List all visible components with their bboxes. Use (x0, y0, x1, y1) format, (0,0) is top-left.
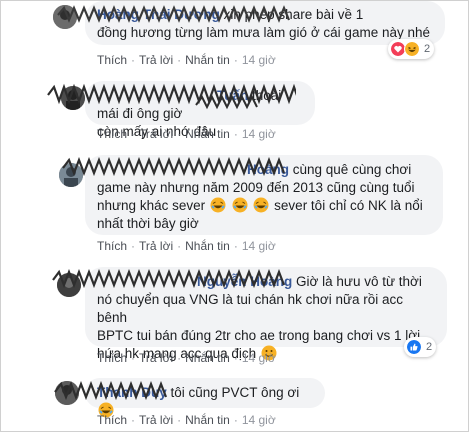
message-link[interactable]: Nhắn tin (185, 127, 230, 141)
reaction-count: 2 (424, 43, 431, 55)
comment-time[interactable]: 14 giờ (242, 239, 276, 253)
reply-link[interactable]: Trả lời (139, 351, 173, 365)
comment-actions: Thích · Trả lời · Nhắn tin · 14 giờ (97, 127, 276, 141)
comment-actions: Thích · Trả lời · Nhắn tin · 14 giờ (97, 413, 276, 427)
comment-text: nó chuyển qua VNG là tui chán hk chơi nữ… (97, 292, 404, 325)
comment-text: xin phép share bài về 1 (223, 7, 364, 22)
comment-author[interactable]: Hoàng Thái Dương (97, 7, 220, 22)
reply-link[interactable]: Trả lời (139, 127, 173, 141)
comment-time[interactable]: 14 giờ (242, 351, 276, 365)
like-link[interactable]: Thích (97, 53, 127, 67)
like-link[interactable]: Thích (97, 239, 127, 253)
comment-author[interactable]: Tuấn (217, 88, 248, 103)
comment-text: sever tôi chỉ có NK là nổi (274, 198, 423, 213)
comment-bubble: Nguyễn Hoàng Giờ là hưu vô từ thời nó ch… (85, 267, 447, 361)
message-link[interactable]: Nhắn tin (185, 239, 230, 253)
reply-link[interactable]: Trả lời (139, 413, 173, 427)
comment-time[interactable]: 14 giờ (242, 53, 276, 67)
message-link[interactable]: Nhắn tin (185, 351, 230, 365)
comments-panel: Hoàng Thái Dương xin phép share bài về 1… (0, 0, 469, 432)
reaction-summary[interactable]: 2 (388, 39, 435, 59)
avatar[interactable] (53, 5, 77, 29)
avatar[interactable] (61, 86, 85, 110)
laughing-emoji-icon (253, 197, 269, 213)
comment-text: tôi cũng PVCT ông ơi (170, 385, 300, 400)
comment-author[interactable]: Hoàng (247, 162, 289, 177)
comment-time[interactable]: 14 giờ (242, 413, 276, 427)
comment-bubble: Thanh Duy tôi cũng PVCT ông ơi (85, 378, 325, 418)
avatar[interactable] (57, 273, 81, 297)
laughing-emoji-icon (210, 197, 226, 213)
message-link[interactable]: Nhắn tin (185, 53, 230, 67)
avatar[interactable] (55, 381, 79, 405)
comment-author[interactable]: Thanh Duy (97, 385, 167, 400)
comment-text: nhất thời bây giờ (97, 216, 199, 231)
comment-text: đồng hương từng làm mưa làm gió ở cái ga… (97, 25, 430, 40)
comment-text: Giờ là hưu vô từ thời (296, 274, 422, 289)
comment-time[interactable]: 14 giờ (242, 127, 276, 141)
haha-icon (404, 41, 420, 57)
message-link[interactable]: Nhắn tin (185, 413, 230, 427)
laughing-emoji-icon (232, 197, 248, 213)
comment-actions: Thích · Trả lời · Nhắn tin · 14 giờ (97, 351, 276, 365)
comment-text: cùng quê cùng chơi (292, 162, 412, 177)
comment-bubble: Tuấn thoải mái đi ông giờ còn mấy ai nhớ… (85, 81, 315, 139)
like-icon (406, 339, 422, 355)
like-link[interactable]: Thích (97, 413, 127, 427)
reaction-summary[interactable]: 2 (404, 337, 437, 357)
reply-link[interactable]: Trả lời (139, 239, 173, 253)
avatar[interactable] (59, 163, 83, 187)
like-link[interactable]: Thích (97, 351, 127, 365)
comment-text: BPTC tui bán đúng 2tr cho ae trong bang … (97, 328, 421, 343)
like-link[interactable]: Thích (97, 127, 127, 141)
comment-bubble: Hoàng cùng quê cùng chơi game này nhưng … (85, 155, 443, 235)
comment-bubble: Hoàng Thái Dương xin phép share bài về 1… (85, 1, 445, 45)
reaction-count: 2 (426, 341, 433, 353)
comment-text: game này nhưng năm 2009 đến 2013 cũng cù… (97, 180, 415, 195)
comment-actions: Thích · Trả lời · Nhắn tin · 14 giờ (97, 239, 276, 253)
reply-link[interactable]: Trả lời (139, 53, 173, 67)
comment-author[interactable]: Nguyễn Hoàng (197, 274, 292, 289)
comment-text: thoải mái đi ông giờ (97, 88, 282, 121)
comment-text: nhưng khác sever (97, 198, 206, 213)
comment-actions: Thích · Trả lời · Nhắn tin · 14 giờ (97, 53, 276, 67)
